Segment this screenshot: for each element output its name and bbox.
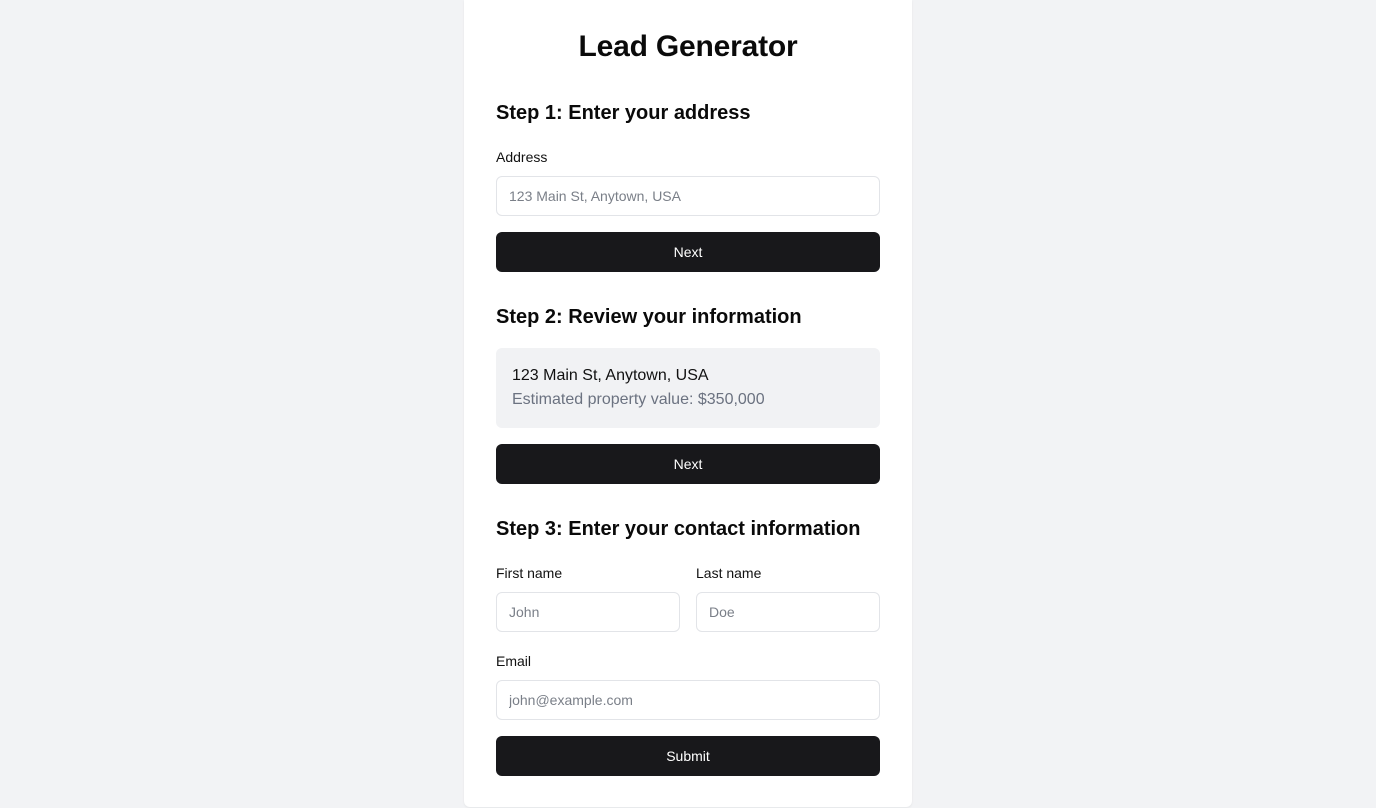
step2-next-button[interactable]: Next [496, 444, 880, 484]
step1-heading: Step 1: Enter your address [496, 102, 751, 124]
step1-next-button[interactable]: Next [496, 232, 880, 272]
address-label: Address [496, 149, 548, 165]
last-name-input[interactable] [696, 592, 880, 632]
review-info-box: 123 Main St, Anytown, USA Estimated prop… [496, 348, 880, 428]
lead-form-card: Lead Generator Step 1: Enter your addres… [464, 0, 912, 807]
email-label: Email [496, 653, 532, 669]
submit-button[interactable]: Submit [496, 736, 880, 776]
first-name-input[interactable] [496, 592, 680, 632]
step2-heading: Step 2: Review your information [496, 306, 802, 328]
page-title: Lead Generator [578, 30, 798, 63]
step3-heading: Step 3: Enter your contact information [496, 518, 861, 540]
review-address: 123 Main St, Anytown, USA [512, 367, 709, 384]
email-input[interactable] [496, 680, 880, 720]
address-input[interactable] [496, 176, 880, 216]
estimated-value: Estimated property value: $350,000 [512, 391, 765, 408]
last-name-label: Last name [696, 565, 762, 581]
first-name-label: First name [496, 565, 563, 581]
